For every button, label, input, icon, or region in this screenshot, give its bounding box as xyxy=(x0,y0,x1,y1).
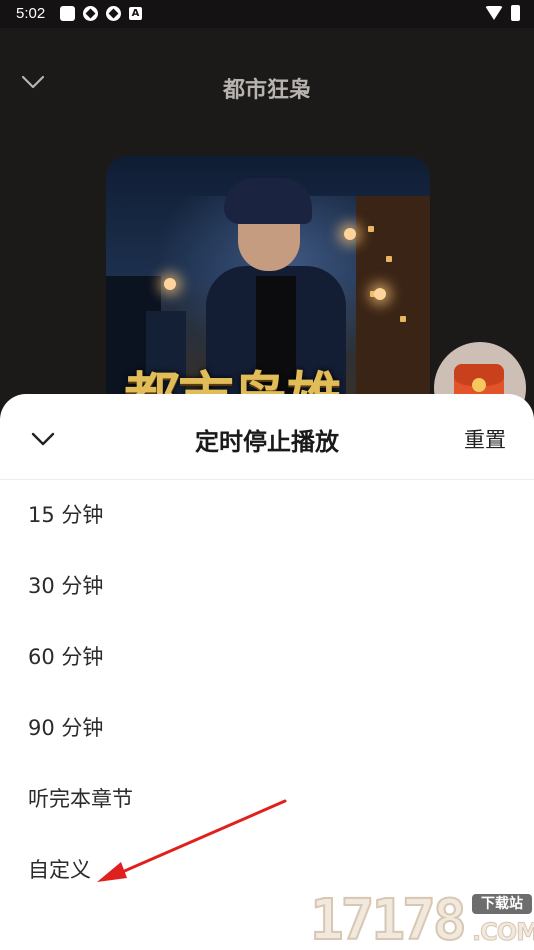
wifi-icon xyxy=(485,6,503,20)
screen: 5:02 A 都市狂枭 都市枭雄 定时停止播放 重置 15 分钟 30 分钟 6… xyxy=(0,0,534,950)
aperture-icon xyxy=(83,6,98,21)
battery-icon xyxy=(511,5,520,21)
cover-window xyxy=(386,256,392,262)
timer-option-30-min[interactable]: 30 分钟 xyxy=(0,551,534,622)
player-title: 都市狂枭 xyxy=(222,78,311,103)
app-square-icon xyxy=(60,6,75,21)
sheet-header: 定时停止播放 重置 xyxy=(0,394,534,480)
sheet-title: 定时停止播放 xyxy=(195,428,339,456)
status-bar: 5:02 A xyxy=(0,0,534,28)
cover-street-lamp xyxy=(344,228,356,240)
player-header: 都市狂枭 xyxy=(0,28,534,138)
timer-options-list: 15 分钟 30 分钟 60 分钟 90 分钟 听完本章节 自定义 xyxy=(0,480,534,906)
watermark-number: 17178 xyxy=(309,887,468,950)
aperture-icon xyxy=(106,6,121,21)
cover-street-lamp xyxy=(374,288,386,300)
watermark-logo: 17178 下载站 .COM xyxy=(309,887,534,950)
timer-option-90-min[interactable]: 90 分钟 xyxy=(0,693,534,764)
timer-option-60-min[interactable]: 60 分钟 xyxy=(0,622,534,693)
timer-option-end-of-chapter[interactable]: 听完本章节 xyxy=(0,764,534,835)
notification-icons: A xyxy=(60,6,142,21)
cover-window xyxy=(400,316,406,322)
a-badge-icon: A xyxy=(129,7,142,20)
timer-option-15-min[interactable]: 15 分钟 xyxy=(0,480,534,551)
watermark-suffix: .COM xyxy=(471,918,534,947)
cover-street-lamp xyxy=(164,278,176,290)
watermark-badge: 下载站 xyxy=(472,894,532,914)
reset-button[interactable]: 重置 xyxy=(464,424,506,454)
cover-window xyxy=(368,226,374,232)
cover-building xyxy=(356,196,430,416)
status-time: 5:02 xyxy=(16,5,46,22)
book-cover-image[interactable]: 都市枭雄 xyxy=(106,156,430,416)
envelope-coin xyxy=(472,378,486,392)
cover-figure-hair xyxy=(224,178,312,224)
system-icons xyxy=(485,5,520,21)
sleep-timer-sheet: 定时停止播放 重置 15 分钟 30 分钟 60 分钟 90 分钟 听完本章节 … xyxy=(0,394,534,950)
